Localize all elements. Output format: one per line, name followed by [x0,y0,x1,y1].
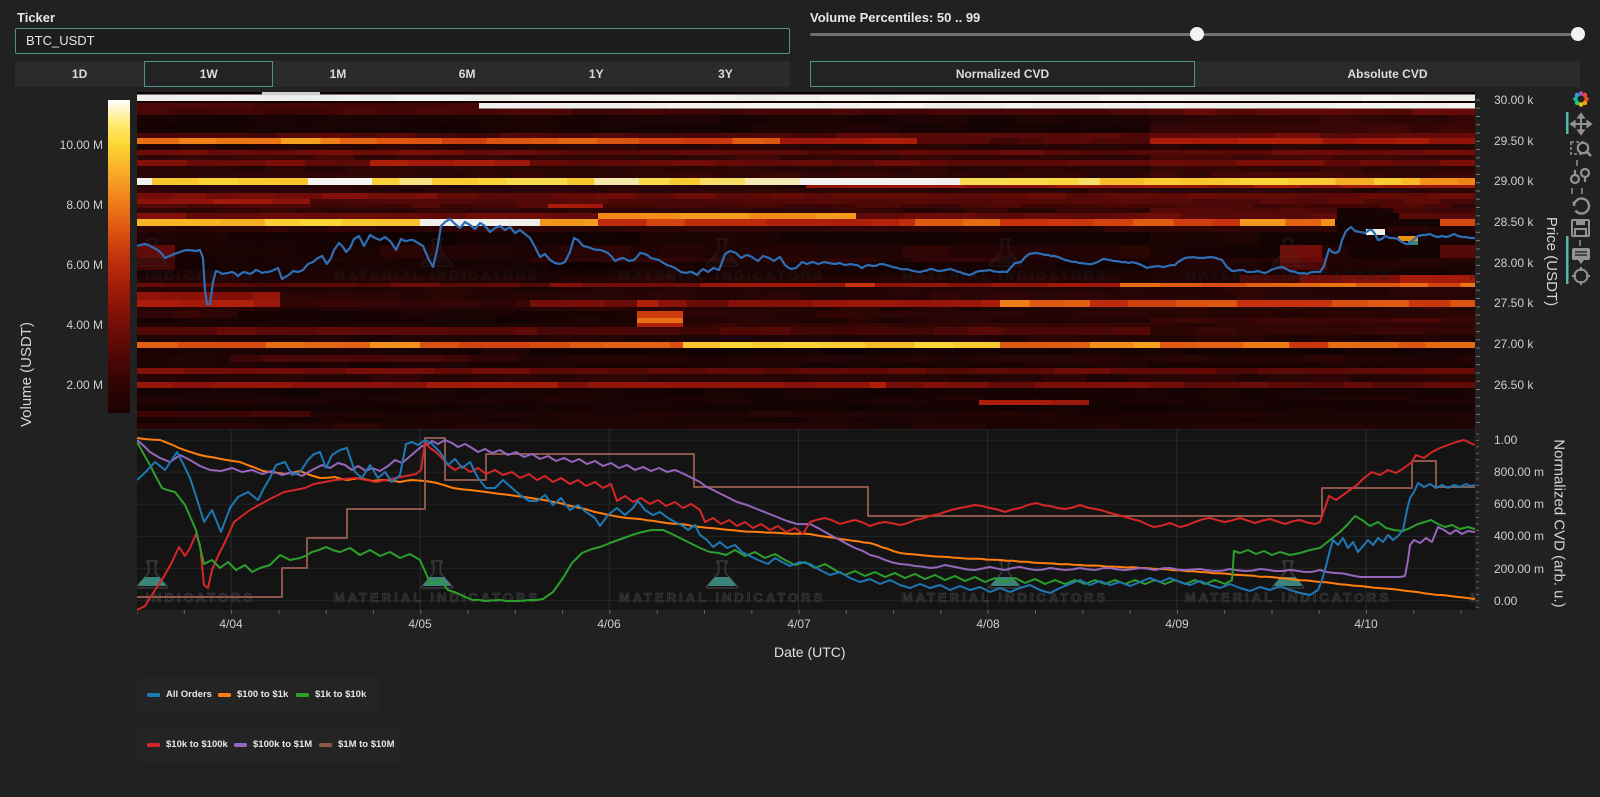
svg-text:MATERIAL INDICATORS: MATERIAL INDICATORS [1185,590,1391,605]
svg-text:MATERIAL INDICATORS: MATERIAL INDICATORS [334,268,540,283]
svg-text:MATERIAL INDICATORS: MATERIAL INDICATORS [1470,590,1475,605]
svg-text:MATERIAL INDICATORS: MATERIAL INDICATORS [902,590,1108,605]
svg-text:MATERIAL INDICATORS: MATERIAL INDICATORS [1470,268,1475,283]
svg-text:MATERIAL INDICATORS: MATERIAL INDICATORS [619,268,825,283]
svg-text:MATERIAL INDICATORS: MATERIAL INDICATORS [619,590,825,605]
svg-text:MATERIAL INDICATORS: MATERIAL INDICATORS [334,590,540,605]
